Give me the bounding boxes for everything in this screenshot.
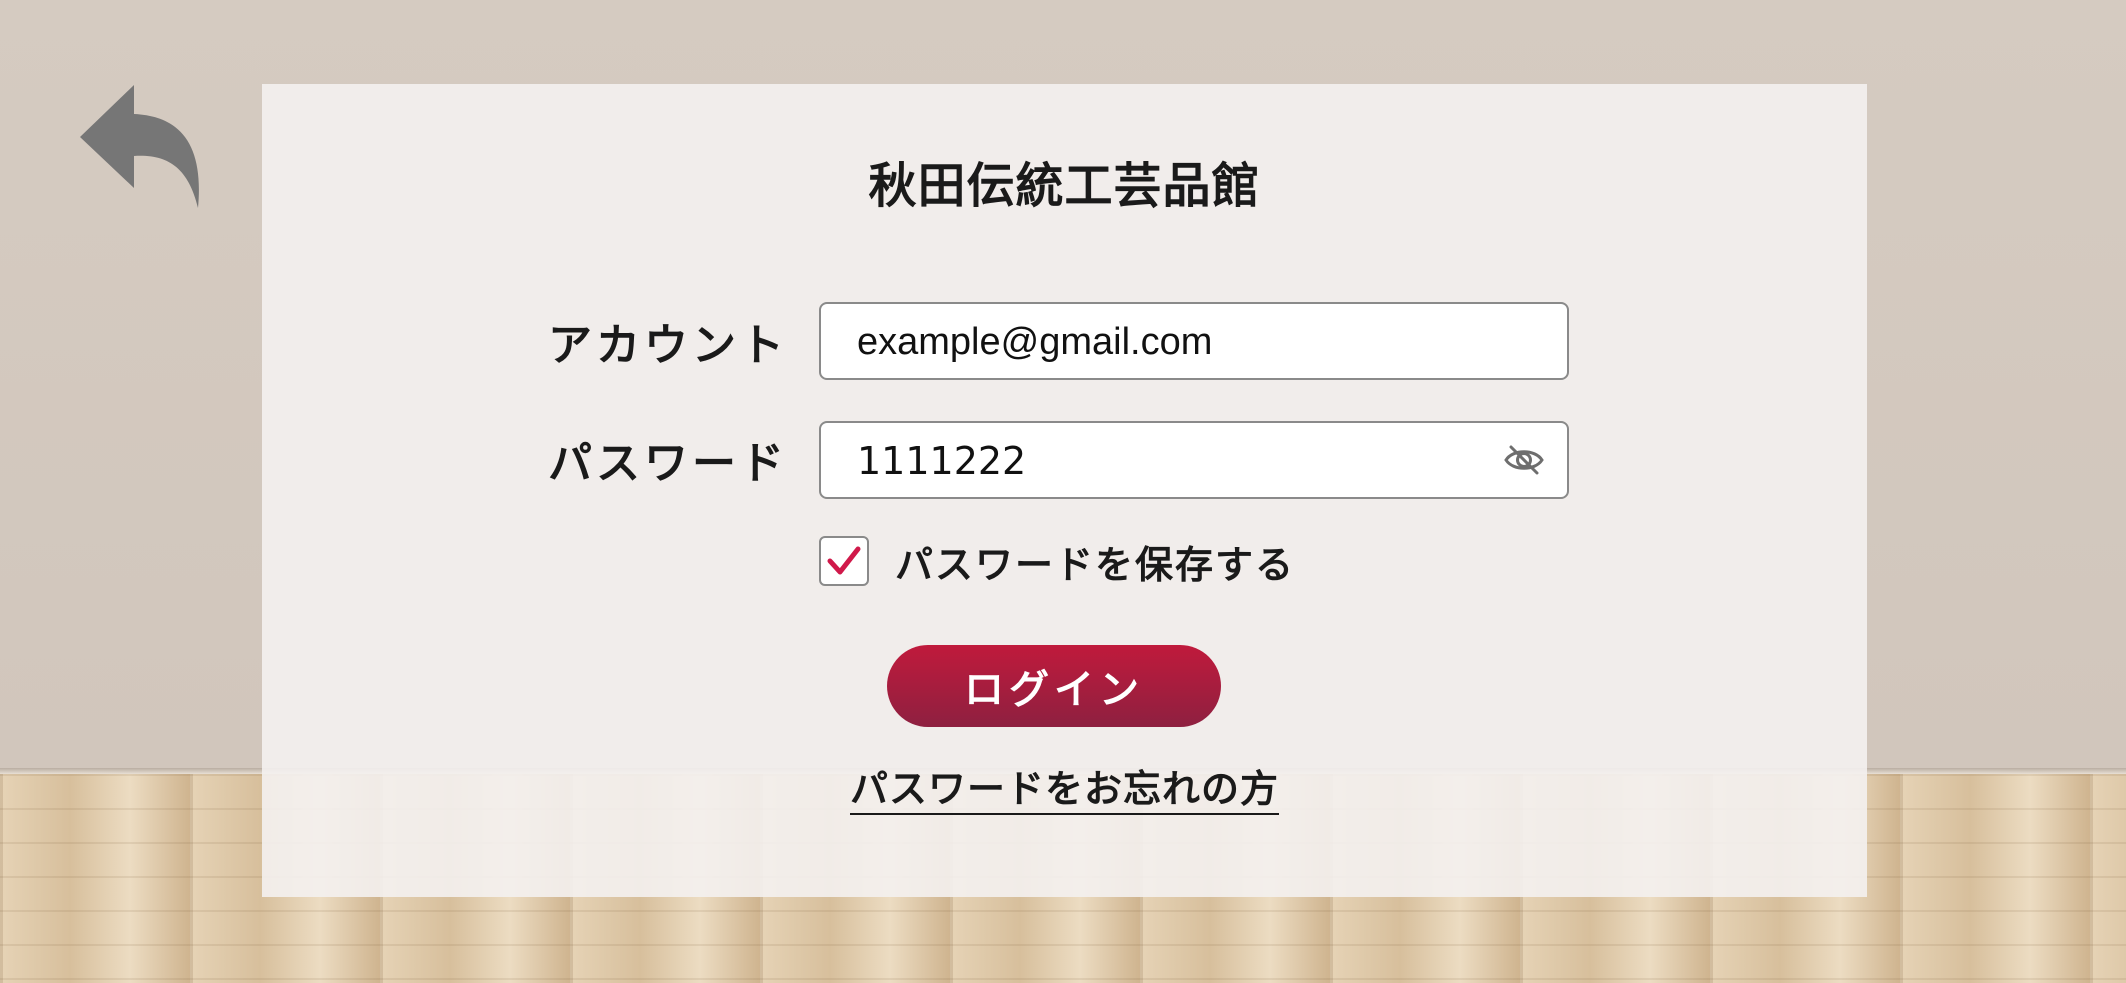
checkmark-icon [827, 546, 861, 575]
password-input[interactable] [855, 423, 1499, 499]
password-label: パスワード [548, 438, 788, 489]
forgot-password-row: パスワードをお忘れの方 [262, 758, 1867, 815]
account-label: アカウント [548, 320, 788, 371]
remember-label: パスワードを保存する [895, 542, 1296, 587]
back-arrow-icon [80, 85, 199, 208]
eye-slash-icon[interactable] [1503, 442, 1545, 478]
login-panel: 秋田伝統工芸品館 アカウント パスワード パスワードを保存する ログイン パスワ… [262, 84, 1867, 897]
login-button[interactable]: ログイン [887, 645, 1221, 727]
forgot-password-link[interactable]: パスワードをお忘れの方 [849, 767, 1279, 815]
back-button[interactable] [76, 80, 206, 210]
remember-checkbox[interactable] [819, 536, 869, 586]
remember-password-option[interactable]: パスワードを保存する [819, 533, 1295, 589]
account-field[interactable] [819, 302, 1569, 380]
password-field[interactable] [819, 421, 1569, 499]
page-title: 秋田伝統工芸品館 [868, 158, 1261, 214]
account-input[interactable] [855, 304, 1499, 380]
